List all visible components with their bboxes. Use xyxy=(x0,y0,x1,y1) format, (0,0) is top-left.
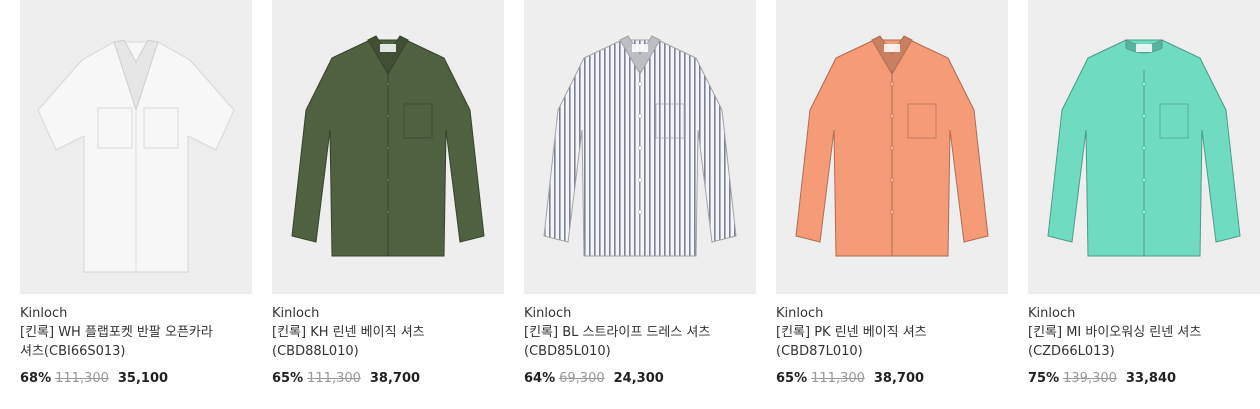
price-row: 75% 139,300 33,840 xyxy=(1028,371,1176,386)
product-brand[interactable]: Kinloch xyxy=(272,306,319,321)
price-row: 68% 111,300 35,100 xyxy=(20,371,168,386)
product-brand[interactable]: Kinloch xyxy=(776,306,823,321)
product-name-line2: (CBD88L010) xyxy=(272,344,359,359)
product-name-line2: (CBD87L010) xyxy=(776,344,863,359)
product-image[interactable] xyxy=(1028,0,1260,294)
product-image[interactable] xyxy=(20,0,252,294)
original-price: 111,300 xyxy=(55,371,109,386)
product-name[interactable]: [킨록] KH 린넨 베이직 셔츠 (CBD88L010) xyxy=(272,323,504,361)
product-name-line2: 셔츠(CBI66S013) xyxy=(20,344,126,359)
original-price: 111,300 xyxy=(307,371,361,386)
discount-rate: 68% xyxy=(20,371,52,386)
product-card[interactable]: Kinloch [킨록] KH 린넨 베이직 셔츠 (CBD88L010) 65% 11… xyxy=(272,0,504,386)
product-brand[interactable]: Kinloch xyxy=(524,306,571,321)
product-brand[interactable]: Kinloch xyxy=(1028,306,1075,321)
sale-price: 33,840 xyxy=(1125,371,1177,386)
price-row: 64% 69,300 24,300 xyxy=(524,371,664,386)
product-name-line1: [킨록] PK 린넨 베이직 셔츠 xyxy=(776,325,927,340)
product-name-line1: [킨록] KH 린넨 베이직 셔츠 xyxy=(272,325,425,340)
product-name-line2: (CZD66L013) xyxy=(1028,344,1115,359)
product-image[interactable] xyxy=(524,0,756,294)
product-card[interactable]: Kinloch [킨록] BL 스트라이프 드레스 셔츠 (CBD85L010) 64… xyxy=(524,0,756,386)
product-name-line1: [킨록] WH 플랩포켓 반팔 오픈카라 xyxy=(20,325,213,340)
original-price: 69,300 xyxy=(559,371,605,386)
original-price: 111,300 xyxy=(811,371,865,386)
product-card[interactable]: Kinloch [킨록] WH 플랩포켓 반팔 오픈카라셔츠(CBI66S013)… xyxy=(20,0,252,386)
product-card[interactable]: Kinloch [킨록] PK 린넨 베이직 셔츠 (CBD87L010) 65% 11… xyxy=(776,0,1008,386)
discount-rate: 75% xyxy=(1028,371,1060,386)
product-name-line1: [킨록] MI 바이오워싱 린넨 셔츠 xyxy=(1028,325,1202,340)
price-row: 65% 111,300 38,700 xyxy=(776,371,924,386)
product-name[interactable]: [킨록] MI 바이오워싱 린넨 셔츠 (CZD66L013) xyxy=(1028,323,1260,361)
price-row: 65% 111,300 38,700 xyxy=(272,371,420,386)
product-brand[interactable]: Kinloch xyxy=(20,306,67,321)
product-image[interactable] xyxy=(272,0,504,294)
product-image[interactable] xyxy=(776,0,1008,294)
product-name[interactable]: [킨록] WH 플랩포켓 반팔 오픈카라셔츠(CBI66S013) xyxy=(20,323,252,361)
product-grid: Kinloch [킨록] WH 플랩포켓 반팔 오픈카라셔츠(CBI66S013)… xyxy=(0,0,1260,409)
product-card[interactable]: Kinloch [킨록] MI 바이오워싱 린넨 셔츠 (CZD66L013) 75%… xyxy=(1028,0,1260,386)
sale-price: 38,700 xyxy=(369,371,421,386)
discount-rate: 65% xyxy=(776,371,808,386)
sale-price: 24,300 xyxy=(613,371,664,386)
sale-price: 38,700 xyxy=(873,371,925,386)
discount-rate: 65% xyxy=(272,371,304,386)
sale-price: 35,100 xyxy=(117,371,169,386)
original-price: 139,300 xyxy=(1063,371,1117,386)
product-name-line1: [킨록] BL 스트라이프 드레스 셔츠 xyxy=(524,325,711,340)
product-name[interactable]: [킨록] PK 린넨 베이직 셔츠 (CBD87L010) xyxy=(776,323,1008,361)
product-name[interactable]: [킨록] BL 스트라이프 드레스 셔츠 (CBD85L010) xyxy=(524,323,756,361)
product-name-line2: (CBD85L010) xyxy=(524,344,611,359)
discount-rate: 64% xyxy=(524,371,556,386)
